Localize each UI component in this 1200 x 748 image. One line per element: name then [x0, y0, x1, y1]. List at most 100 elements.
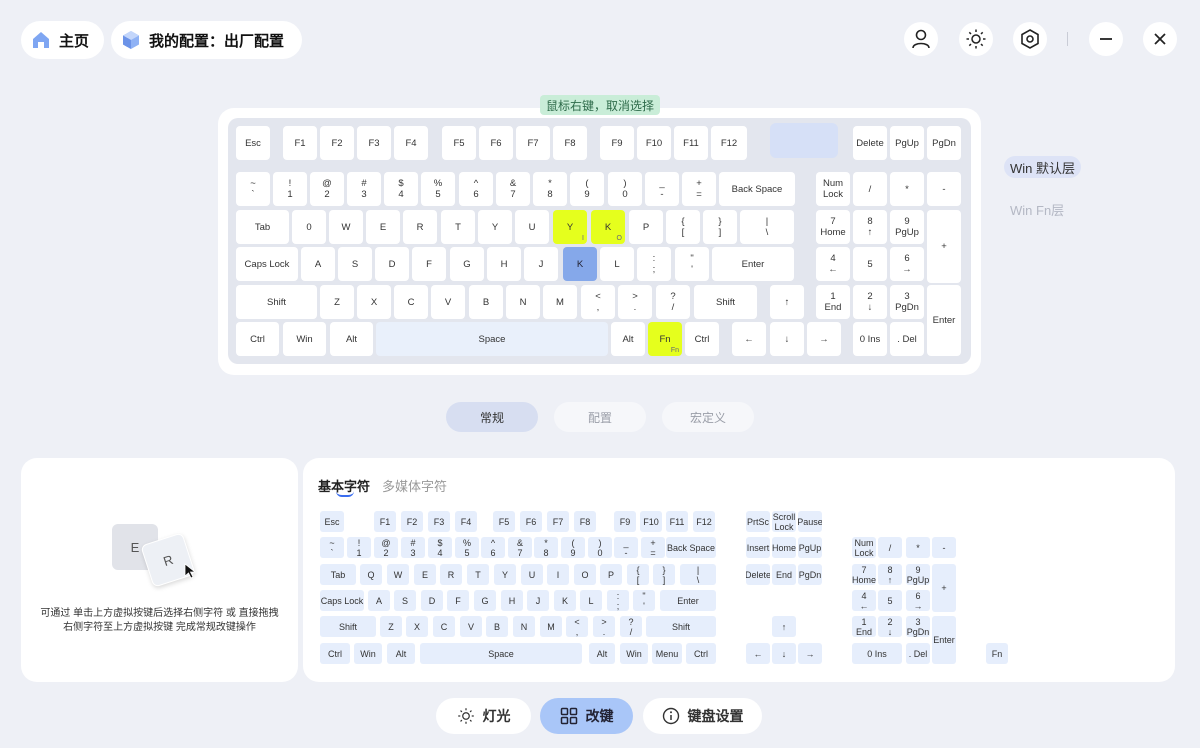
tab-macro[interactable]: 宏定义	[662, 402, 754, 432]
virtual-key-pgdn[interactable]: PgDn	[798, 564, 822, 585]
virtual-key-f4[interactable]: F4	[455, 511, 477, 532]
virtual-key-8[interactable]: 8 ↑	[878, 564, 902, 585]
key-f11[interactable]: F11	[674, 126, 708, 160]
key-symbol[interactable]: % 5	[421, 172, 455, 206]
virtual-key-6[interactable]: 6 →	[906, 590, 930, 611]
key-symbol[interactable]: {[	[666, 210, 700, 244]
virtual-key-symbol[interactable]: " '	[633, 590, 655, 611]
key-symbol[interactable]: $4	[384, 172, 418, 206]
key-symbol[interactable]: ↓	[770, 322, 804, 356]
key-f9[interactable]: F9	[600, 126, 634, 160]
key-symbol[interactable]: @2	[310, 172, 344, 206]
key-f5[interactable]: F5	[442, 126, 476, 160]
virtual-key-y[interactable]: Y	[494, 564, 516, 585]
key-f10[interactable]: F10	[637, 126, 671, 160]
virtual-key-b[interactable]: B	[486, 616, 508, 637]
settings-button[interactable]	[1013, 22, 1047, 56]
key-m[interactable]: M	[543, 285, 577, 319]
key-7[interactable]: 7 Home	[816, 210, 850, 244]
key-symbol[interactable]: /	[853, 172, 887, 206]
home-button[interactable]: 主页	[21, 21, 104, 59]
virtual-key-symbol[interactable]: ←	[746, 643, 770, 664]
key-esc[interactable]: Esc	[236, 126, 270, 160]
key-symbol[interactable]: :;	[637, 247, 671, 281]
key-f4[interactable]: F4	[394, 126, 428, 160]
virtual-key-symbol[interactable]: ↓	[772, 643, 796, 664]
virtual-key-ctrl[interactable]: Ctrl	[320, 643, 350, 664]
virtual-key-f[interactable]: F	[447, 590, 469, 611]
layer-win-default[interactable]: Win 默认层	[1004, 156, 1082, 178]
virtual-key-tab[interactable]: Tab	[320, 564, 356, 585]
virtual-key-symbol[interactable]: _ -	[614, 537, 638, 558]
virtual-key-symbol[interactable]: % 5	[455, 537, 479, 558]
key-f8[interactable]: F8	[553, 126, 587, 160]
brightness-button[interactable]	[959, 22, 993, 56]
key-symbol[interactable]: -	[927, 172, 961, 206]
virtual-key-f11[interactable]: F11	[666, 511, 688, 532]
layer-win-fn[interactable]: Win Fn层	[1004, 198, 1070, 220]
key-k[interactable]: KO	[591, 210, 625, 244]
virtual-key-symbol[interactable]: {[	[627, 564, 649, 585]
virtual-key-space[interactable]: Space	[420, 643, 582, 664]
virtual-key-caps-lock[interactable]: Caps Lock	[320, 590, 364, 611]
key-symbol[interactable]: *	[890, 172, 924, 206]
key-caps-lock[interactable]: Caps Lock	[236, 247, 298, 281]
key-8[interactable]: 8 ↑	[853, 210, 887, 244]
tab-multimedia-characters[interactable]: 多媒体字符	[382, 476, 447, 495]
virtual-key-alt[interactable]: Alt	[589, 643, 615, 664]
virtual-key-z[interactable]: Z	[380, 616, 402, 637]
key-z[interactable]: Z	[320, 285, 354, 319]
virtual-key-shift[interactable]: Shift	[320, 616, 376, 637]
virtual-key-f10[interactable]: F10	[640, 511, 662, 532]
virtual-key-r[interactable]: R	[440, 564, 462, 585]
virtual-key-p[interactable]: P	[600, 564, 622, 585]
virtual-key-delete[interactable]: Delete	[746, 564, 770, 585]
key-win[interactable]: Win	[283, 322, 326, 356]
virtual-key-symbol[interactable]: >.	[593, 616, 615, 637]
virtual-key-a[interactable]: A	[368, 590, 390, 611]
virtual-key-enter[interactable]: Enter	[932, 616, 956, 664]
key-b[interactable]: B	[469, 285, 503, 319]
virtual-key-h[interactable]: H	[501, 590, 523, 611]
key-0[interactable]: 0	[292, 210, 326, 244]
nav-lighting[interactable]: 灯光	[436, 698, 531, 734]
virtual-key-f12[interactable]: F12	[693, 511, 715, 532]
key-l[interactable]: L	[600, 247, 634, 281]
key-symbol[interactable]: (9	[570, 172, 604, 206]
key-symbol[interactable]: ! 1	[273, 172, 307, 206]
virtual-key-f6[interactable]: F6	[520, 511, 542, 532]
key-e[interactable]: E	[366, 210, 400, 244]
virtual-key-symbol[interactable]: | \	[680, 564, 716, 585]
key-alt[interactable]: Alt	[611, 322, 645, 356]
virtual-key-0-ins[interactable]: 0 Ins	[852, 643, 902, 664]
key-tab[interactable]: Tab	[236, 210, 289, 244]
virtual-key-x[interactable]: X	[406, 616, 428, 637]
key-symbol[interactable]: }]	[703, 210, 737, 244]
key-2[interactable]: 2 ↓	[853, 285, 887, 319]
key-symbol[interactable]: * 8	[533, 172, 567, 206]
virtual-key-fn[interactable]: Fn	[986, 643, 1008, 664]
virtual-key-home[interactable]: Home	[772, 537, 796, 558]
virtual-key-symbol[interactable]: :;	[607, 590, 629, 611]
virtual-key-n[interactable]: N	[513, 616, 535, 637]
virtual-key-symbol[interactable]: * 8	[534, 537, 558, 558]
virtual-key-insert[interactable]: Insert	[746, 537, 770, 558]
key-0-ins[interactable]: 0 Ins	[853, 322, 887, 356]
key-5[interactable]: 5	[853, 247, 887, 281]
virtual-key-menu[interactable]: Menu	[652, 643, 682, 664]
key-ctrl[interactable]: Ctrl	[685, 322, 719, 356]
virtual-key-symbol[interactable]: ↑	[772, 616, 796, 637]
virtual-key-symbol[interactable]: ) 0	[588, 537, 612, 558]
virtual-key-l[interactable]: L	[580, 590, 602, 611]
key-t[interactable]: T	[441, 210, 475, 244]
key-r[interactable]: R	[403, 210, 437, 244]
virtual-key-t[interactable]: T	[467, 564, 489, 585]
key-back-space[interactable]: Back Space	[719, 172, 795, 206]
virtual-key-win[interactable]: Win	[620, 643, 648, 664]
key-x[interactable]: X	[357, 285, 391, 319]
virtual-key-enter[interactable]: Enter	[660, 590, 716, 611]
virtual-key-del[interactable]: . Del	[906, 643, 930, 664]
key-g[interactable]: G	[450, 247, 484, 281]
key-symbol[interactable]: ↑	[770, 285, 804, 319]
virtual-key-scroll[interactable]: Scroll Lock	[772, 511, 796, 532]
